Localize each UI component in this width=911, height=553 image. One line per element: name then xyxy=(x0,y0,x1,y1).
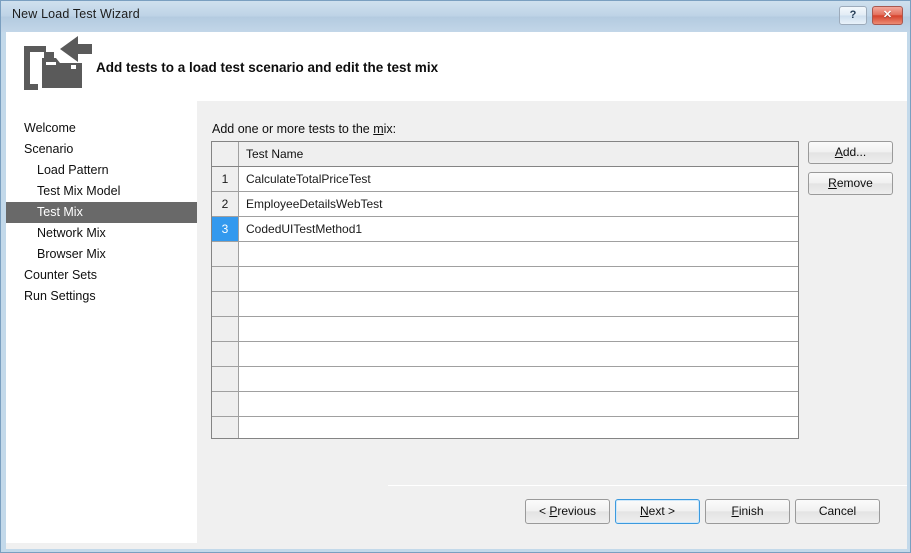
grid-label-accelerator: m xyxy=(373,122,384,136)
test-name-cell[interactable]: CodedUITestMethod1 xyxy=(239,217,798,241)
grid-header-corner xyxy=(212,142,239,166)
wizard-banner: Add tests to a load test scenario and ed… xyxy=(6,32,907,101)
title-bar: New Load Test Wizard ? ✕ xyxy=(1,1,910,32)
test-name-cell[interactable] xyxy=(239,267,798,291)
row-header-cell[interactable] xyxy=(212,417,239,438)
remove-button-label-after: emove xyxy=(836,176,873,190)
table-row[interactable] xyxy=(212,392,798,417)
help-button[interactable]: ? xyxy=(839,6,867,25)
row-header-cell[interactable]: 3 xyxy=(212,217,239,241)
sidebar-item-label: Counter Sets xyxy=(24,268,97,282)
sidebar-item-test-mix-model[interactable]: Test Mix Model xyxy=(6,181,197,202)
main-panel: Add one or more tests to the mix: Test N… xyxy=(197,101,907,543)
wizard-window: New Load Test Wizard ? ✕ Add tests to a … xyxy=(0,0,911,553)
test-name-cell[interactable] xyxy=(239,392,798,416)
table-row[interactable] xyxy=(212,242,798,267)
sidebar-item-scenario[interactable]: Scenario xyxy=(6,139,197,160)
test-name-cell[interactable]: EmployeeDetailsWebTest xyxy=(239,192,798,216)
column-header-test-name[interactable]: Test Name xyxy=(239,142,798,166)
previous-button[interactable]: < Previous xyxy=(525,499,610,524)
row-header-cell[interactable] xyxy=(212,292,239,316)
remove-button-accelerator: R xyxy=(828,176,837,190)
table-row[interactable] xyxy=(212,367,798,392)
footer-separator xyxy=(388,485,907,486)
sidebar-item-label: Network Mix xyxy=(37,226,106,240)
table-row[interactable] xyxy=(212,267,798,292)
grid-label-text-before: Add one or more tests to the xyxy=(212,122,374,136)
grid-body: 1 CalculateTotalPriceTest 2 EmployeeDetails… xyxy=(212,167,798,438)
add-button-accelerator: A xyxy=(834,145,843,159)
sidebar-item-counter-sets[interactable]: Counter Sets xyxy=(6,265,197,286)
cancel-button[interactable]: Cancel xyxy=(795,499,880,524)
row-header-cell[interactable] xyxy=(212,242,239,266)
row-header-cell[interactable] xyxy=(212,392,239,416)
page-title: Add tests to a load test scenario and ed… xyxy=(96,60,439,75)
finish-button[interactable]: Finish xyxy=(705,499,790,524)
add-button[interactable]: Add... xyxy=(808,141,893,164)
row-header-cell[interactable] xyxy=(212,342,239,366)
test-name-cell[interactable] xyxy=(239,317,798,341)
next-button-accelerator: N xyxy=(639,504,649,518)
sidebar-item-test-mix[interactable]: Test Mix xyxy=(6,202,197,223)
test-name-cell[interactable] xyxy=(239,242,798,266)
sidebar-item-label: Test Mix xyxy=(37,205,83,219)
finish-button-accelerator: F xyxy=(731,504,739,518)
close-icon: ✕ xyxy=(882,9,893,21)
sidebar-item-label: Browser Mix xyxy=(37,247,106,261)
sidebar-item-browser-mix[interactable]: Browser Mix xyxy=(6,244,197,265)
table-row[interactable]: 1 CalculateTotalPriceTest xyxy=(212,167,798,192)
row-header-cell[interactable] xyxy=(212,317,239,341)
sidebar-item-network-mix[interactable]: Network Mix xyxy=(6,223,197,244)
question-mark-icon: ? xyxy=(849,9,857,21)
add-button-label-after: dd... xyxy=(842,145,867,159)
table-row[interactable]: 3 CodedUITestMethod1 xyxy=(212,217,798,242)
test-name-cell[interactable] xyxy=(239,342,798,366)
sidebar-item-run-settings[interactable]: Run Settings xyxy=(6,286,197,307)
sidebar-item-label: Test Mix Model xyxy=(37,184,121,198)
table-row[interactable] xyxy=(212,342,798,367)
previous-button-label-before: < xyxy=(538,504,550,518)
row-header-cell[interactable] xyxy=(212,267,239,291)
wizard-sidebar: Welcome Scenario Load Pattern Test Mix Mode… xyxy=(6,101,197,543)
table-row[interactable]: 2 EmployeeDetailsWebTest xyxy=(212,192,798,217)
sidebar-item-welcome[interactable]: Welcome xyxy=(6,118,197,139)
sidebar-item-label: Scenario xyxy=(24,142,74,156)
grid-label-text-after: ix: xyxy=(383,122,397,136)
test-mix-grid[interactable]: Test Name 1 CalculateTotalPriceTest 2 Emplo… xyxy=(211,141,799,439)
sidebar-item-label: Load Pattern xyxy=(37,163,109,177)
window-title: New Load Test Wizard xyxy=(12,7,140,21)
row-header-cell[interactable]: 1 xyxy=(212,167,239,191)
sidebar-item-label: Run Settings xyxy=(24,289,96,303)
test-name-cell[interactable] xyxy=(239,417,798,438)
test-name-cell[interactable] xyxy=(239,292,798,316)
remove-button[interactable]: Remove xyxy=(808,172,893,195)
grid-label: Add one or more tests to the mix: xyxy=(212,122,396,136)
test-name-cell[interactable] xyxy=(239,367,798,391)
row-header-cell[interactable]: 2 xyxy=(212,192,239,216)
table-row[interactable] xyxy=(212,317,798,342)
table-row[interactable] xyxy=(212,292,798,317)
row-header-cell[interactable] xyxy=(212,367,239,391)
table-row[interactable] xyxy=(212,417,798,438)
sidebar-item-load-pattern[interactable]: Load Pattern xyxy=(6,160,197,181)
sidebar-nav-list: Welcome Scenario Load Pattern Test Mix Mode… xyxy=(6,101,197,307)
next-button[interactable]: Next > xyxy=(615,499,700,524)
content-area: Welcome Scenario Load Pattern Test Mix Mode… xyxy=(6,101,907,549)
previous-button-label-after: revious xyxy=(557,504,597,518)
sidebar-item-label: Welcome xyxy=(24,121,76,135)
close-button[interactable]: ✕ xyxy=(872,6,903,25)
finish-button-label-after: inish xyxy=(738,504,764,518)
cancel-button-label: Cancel xyxy=(818,504,857,518)
next-button-label-after: ext > xyxy=(648,504,676,518)
import-to-folder-icon xyxy=(16,34,96,96)
grid-header-row: Test Name xyxy=(212,142,798,167)
test-name-cell[interactable]: CalculateTotalPriceTest xyxy=(239,167,798,191)
